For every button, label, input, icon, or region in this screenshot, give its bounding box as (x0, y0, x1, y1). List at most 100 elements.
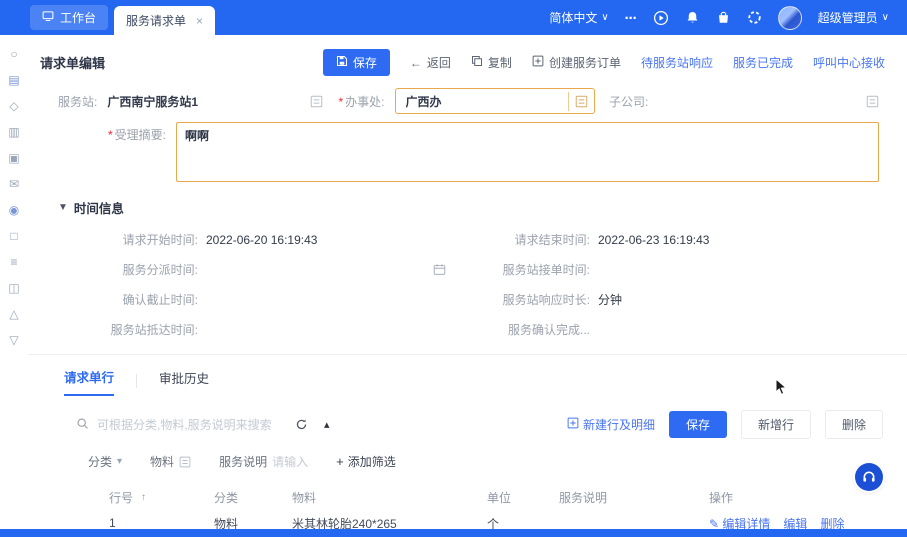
plus-icon: + (336, 454, 344, 469)
field-confirm-deadline: 确认截止时间: (122, 293, 198, 307)
page-title: 请求单编辑 (40, 56, 106, 71)
collapse-panel-icon[interactable]: ▴ (324, 418, 330, 431)
back-button[interactable]: ← 返回 (410, 54, 451, 71)
nav-icon-9[interactable]: ≡ (10, 255, 17, 269)
col-material[interactable]: 物料 (292, 489, 487, 506)
tab-approval-history[interactable]: 审批历史 (159, 366, 209, 395)
col-line-no[interactable]: 行号 (109, 489, 133, 506)
lookup-icon[interactable] (567, 91, 592, 111)
new-line-detail-button[interactable]: 新建行及明细 (567, 416, 655, 433)
tab-workbench[interactable]: 工作台 (30, 5, 109, 30)
language-label: 简体中文 (549, 11, 598, 25)
office-input-box (394, 88, 595, 114)
lines-tabs: 请求单行 审批历史 (28, 355, 907, 396)
field-summary: * 受理摘要: 啊啊 (28, 114, 907, 182)
user-menu[interactable]: 超级管理员 ∨ (818, 9, 889, 26)
more-menu-icon[interactable]: ⋯ (625, 11, 637, 25)
col-category[interactable]: 分类 (214, 489, 292, 506)
header-actions: 保存 ← 返回 复制 创建服务订单 待服务站响应 服务已完成 呼叫中心接收 (322, 49, 885, 76)
time-fields-grid: 请求开始时间: 2022-06-20 16:19:43 请求结束时间: 2022… (28, 217, 907, 338)
office-label: * 办事处: (338, 94, 385, 109)
field-response-duration: 服务站响应时长: 分钟 (502, 293, 623, 307)
service-station-value: 广西南宁服务站1 (107, 94, 199, 109)
create-service-order-button[interactable]: 创建服务订单 (532, 54, 621, 71)
lookup-icon[interactable] (866, 95, 879, 108)
user-avatar[interactable] (777, 5, 802, 30)
cell-material: 米其林轮胎240*265 (292, 516, 397, 530)
nav-icon-5[interactable]: ▣ (8, 151, 19, 165)
field-station-arrival-time: 服务站抵达时间: (110, 323, 198, 337)
edit-detail-link[interactable]: ✎ 编辑详情 (709, 515, 770, 530)
nav-icon-10[interactable]: ◫ (8, 281, 19, 295)
new-line-button[interactable]: 新增行 (740, 410, 811, 439)
status-callcenter-link[interactable]: 呼叫中心接收 (813, 54, 885, 71)
calendar-icon[interactable] (433, 263, 446, 276)
subsidiary-label: 子公司: (609, 94, 649, 109)
sort-asc-icon[interactable]: ↑ (141, 492, 146, 503)
main-content: 请求单编辑 保存 ← 返回 复制 创建服务订单 待服务站响应 服务已完成 呼叫中… (28, 35, 907, 529)
nav-icon-6[interactable]: ✉ (9, 177, 19, 191)
workspace-tabs: 工作台 服务请求单 × (30, 0, 216, 35)
refresh-icon[interactable] (295, 418, 308, 431)
add-filter-label: 添加筛选 (347, 455, 396, 469)
tab-service-request[interactable]: 服务请求单 × (114, 6, 216, 35)
lines-save-button[interactable]: 保存 (668, 411, 727, 438)
delete-link[interactable]: 删除 (820, 515, 844, 530)
lookup-icon[interactable] (310, 95, 323, 108)
office-input[interactable] (403, 93, 568, 109)
pencil-icon: ✎ (709, 516, 720, 530)
nav-icon-3[interactable]: ◇ (9, 99, 18, 113)
caret-down-icon: ▾ (117, 456, 123, 467)
nav-icon-2[interactable]: ▤ (8, 73, 19, 87)
cell-line-no: 1 (109, 516, 116, 529)
plus-square-icon (532, 55, 544, 70)
nav-icon-1[interactable]: ○ (10, 47, 17, 61)
store-icon[interactable] (716, 10, 731, 25)
time-section-header[interactable]: ▼ 时间信息 (28, 182, 907, 217)
filter-material[interactable]: 物料 (150, 453, 191, 470)
field-request-end: 请求结束时间: 2022-06-23 16:19:43 (514, 232, 710, 248)
nav-icon-4[interactable]: ▥ (8, 125, 19, 139)
close-tab-icon[interactable]: × (196, 14, 203, 28)
copy-button[interactable]: 复制 (471, 54, 512, 71)
field-service-station: 服务站: 广西南宁服务站1 (58, 88, 323, 114)
tab-request-lines[interactable]: 请求单行 (64, 365, 115, 396)
delete-line-button[interactable]: 删除 (824, 410, 883, 439)
col-service-desc[interactable]: 服务说明 (559, 489, 709, 506)
status-completed-link[interactable]: 服务已完成 (733, 54, 793, 71)
guide-play-icon[interactable] (653, 10, 669, 26)
save-button[interactable]: 保存 (322, 49, 390, 76)
copy-icon (471, 55, 483, 70)
row-actions: ✎ 编辑详情 编辑 删除 (709, 515, 883, 530)
language-selector[interactable]: 简体中文 ∨ (549, 9, 608, 26)
nav-icon-7[interactable]: ◉ (9, 203, 19, 217)
add-filter-button[interactable]: + 添加筛选 (336, 453, 396, 470)
filter-bar: 分类 ▾ 物料 服务说明 请输入 + 添加筛选 (28, 439, 907, 470)
status-wait-response-link[interactable]: 待服务站响应 (641, 54, 713, 71)
filter-category-label: 分类 (88, 455, 113, 469)
field-station-accept-time: 服务站接单时间: (502, 263, 590, 277)
copy-button-label: 复制 (487, 56, 512, 70)
table-row[interactable]: 1 物料 米其林轮胎240*265 个 ✎ 编辑详情 编辑 删除 (64, 510, 883, 529)
filter-category[interactable]: 分类 ▾ (88, 453, 122, 470)
summary-textarea[interactable]: 啊啊 (176, 122, 879, 182)
tab-divider (136, 373, 138, 388)
topbar-right: 简体中文 ∨ ⋯ 超级管理员 ∨ (549, 5, 907, 30)
filter-service-hint: 请输入 (272, 455, 309, 469)
settings-gear-icon[interactable] (747, 10, 762, 25)
lines-toolbar: ▴ 新建行及明细 保存 新增行 删除 (28, 396, 907, 439)
notification-bell-icon[interactable] (685, 10, 700, 25)
nav-icon-11[interactable]: △ (9, 307, 18, 321)
cell-category: 物料 (214, 516, 239, 530)
col-unit[interactable]: 单位 (487, 489, 559, 506)
edit-link[interactable]: 编辑 (783, 515, 807, 530)
field-subsidiary: 子公司: (609, 88, 879, 114)
lookup-icon (179, 456, 191, 468)
filter-service-desc[interactable]: 服务说明 请输入 (219, 453, 308, 470)
filter-service-label: 服务说明 (219, 455, 268, 469)
nav-icon-8[interactable]: □ (10, 229, 17, 243)
nav-icon-12[interactable]: ▽ (9, 333, 18, 347)
search-input[interactable] (95, 416, 289, 433)
customer-service-float-button[interactable] (855, 463, 883, 491)
search-icon (76, 417, 89, 433)
